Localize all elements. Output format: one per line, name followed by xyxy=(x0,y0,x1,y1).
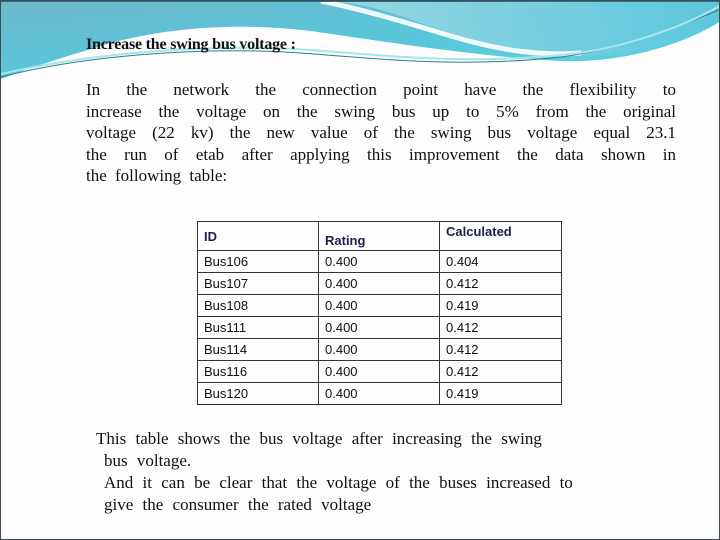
intro-line: voltage (22 kv) the new value of the swi… xyxy=(86,123,676,142)
cell-rating: 0.400 xyxy=(318,382,440,405)
cell-rating: 0.400 xyxy=(318,316,440,339)
header-id: ID xyxy=(197,221,319,251)
conclusion-paragraph: This table shows the bus voltage after i… xyxy=(96,428,616,516)
intro-line: In the network the connection point have… xyxy=(86,80,676,99)
intro-line: the following table: xyxy=(86,166,228,185)
cell-calculated: 0.404 xyxy=(439,250,562,273)
conclusion-line: And it can be clear that the voltage of … xyxy=(104,473,573,492)
table-row: Bus108 0.400 0.419 xyxy=(197,294,562,317)
table-row: Bus111 0.400 0.412 xyxy=(197,316,562,339)
table-row: Bus114 0.400 0.412 xyxy=(197,338,562,361)
cell-id: Bus116 xyxy=(197,360,319,383)
cell-calculated: 0.419 xyxy=(439,294,562,317)
table-row: Bus120 0.400 0.419 xyxy=(197,382,562,405)
table-row: Bus107 0.400 0.412 xyxy=(197,272,562,295)
intro-line: increase the voltage on the swing bus up… xyxy=(86,101,676,121)
cell-rating: 0.400 xyxy=(318,250,440,273)
slide: Increase the swing bus voltage : In the … xyxy=(0,0,720,540)
cell-calculated: 0.412 xyxy=(439,316,562,339)
intro-line: the run of etab after applying this impr… xyxy=(86,144,676,164)
cell-rating: 0.400 xyxy=(318,338,440,361)
cell-id: Bus111 xyxy=(197,316,319,339)
cell-calculated: 0.412 xyxy=(439,338,562,361)
cell-id: Bus107 xyxy=(197,272,319,295)
cell-id: Bus108 xyxy=(197,294,319,317)
cell-id: Bus120 xyxy=(197,382,319,405)
cell-rating: 0.400 xyxy=(318,360,440,383)
cell-rating: 0.400 xyxy=(318,294,440,317)
cell-rating: 0.400 xyxy=(318,272,440,295)
conclusion-line: This table shows the bus voltage after i… xyxy=(96,429,542,448)
header-rating: Rating xyxy=(318,221,440,251)
cell-id: Bus114 xyxy=(197,338,319,361)
cell-id: Bus106 xyxy=(197,250,319,273)
slide-title: Increase the swing bus voltage : xyxy=(86,36,296,53)
conclusion-line: give the consumer the rated voltage xyxy=(104,495,372,514)
cell-calculated: 0.412 xyxy=(439,272,562,295)
header-calculated: Calculated xyxy=(439,221,562,251)
conclusion-line: bus voltage. xyxy=(104,451,192,470)
table-row: Bus116 0.400 0.412 xyxy=(197,360,562,383)
bus-voltage-table: ID Rating Calculated Bus106 0.400 0.404 … xyxy=(197,221,562,405)
intro-paragraph: In the network the connection point have… xyxy=(86,79,676,187)
cell-calculated: 0.419 xyxy=(439,382,562,405)
cell-calculated: 0.412 xyxy=(439,360,562,383)
table-header-row: ID Rating Calculated xyxy=(197,221,562,251)
table-row: Bus106 0.400 0.404 xyxy=(197,250,562,273)
